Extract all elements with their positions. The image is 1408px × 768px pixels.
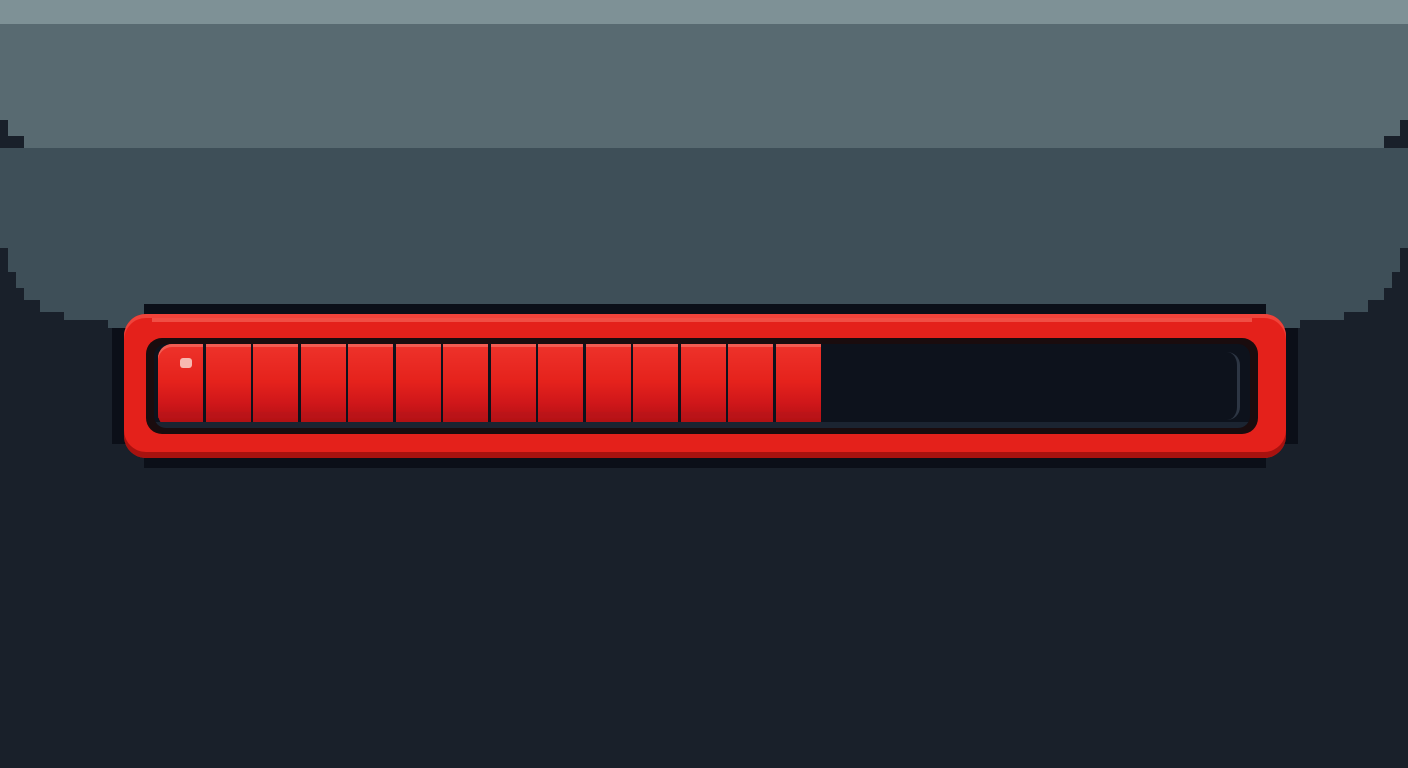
- health-segment: [681, 344, 726, 428]
- health-segment-shade: [586, 412, 631, 418]
- health-segment-highlight: [180, 358, 192, 368]
- health-segment-shade: [253, 412, 298, 418]
- health-segment: [443, 344, 488, 428]
- health-segment-shade: [206, 412, 251, 418]
- health-bar-track: [154, 344, 1250, 428]
- health-segment: [348, 344, 393, 428]
- health-segment: [491, 344, 536, 428]
- health-segment-shade: [491, 412, 536, 418]
- top-band: [0, 0, 1408, 24]
- health-segment-shade: [728, 412, 773, 418]
- health-segment-shade: [301, 412, 346, 418]
- health-segment-shade: [443, 412, 488, 418]
- health-segment-shade: [776, 412, 821, 418]
- game-scene: [0, 0, 1408, 768]
- health-segment-shade: [633, 412, 678, 418]
- health-segment-shade: [348, 412, 393, 418]
- health-segment: [396, 344, 441, 428]
- health-segment-shade: [681, 412, 726, 418]
- health-bar: [112, 304, 1298, 468]
- health-segment-shade: [158, 412, 203, 418]
- health-segment: [301, 344, 346, 428]
- health-segment: [633, 344, 678, 428]
- health-segment: [253, 344, 298, 428]
- health-segment: [158, 344, 203, 428]
- upper-panel: [0, 24, 1408, 164]
- health-bar-track-gloss: [1227, 352, 1240, 420]
- health-segment-shade: [396, 412, 441, 418]
- health-segment: [206, 344, 251, 428]
- health-segment: [538, 344, 583, 428]
- health-segment: [776, 344, 821, 428]
- health-bar-track-bottom: [154, 422, 1250, 428]
- health-segment: [586, 344, 631, 428]
- health-bar-fill: [158, 344, 827, 428]
- health-segment-shade: [538, 412, 583, 418]
- health-bar-frame-shine: [152, 318, 1252, 322]
- health-segment: [728, 344, 773, 428]
